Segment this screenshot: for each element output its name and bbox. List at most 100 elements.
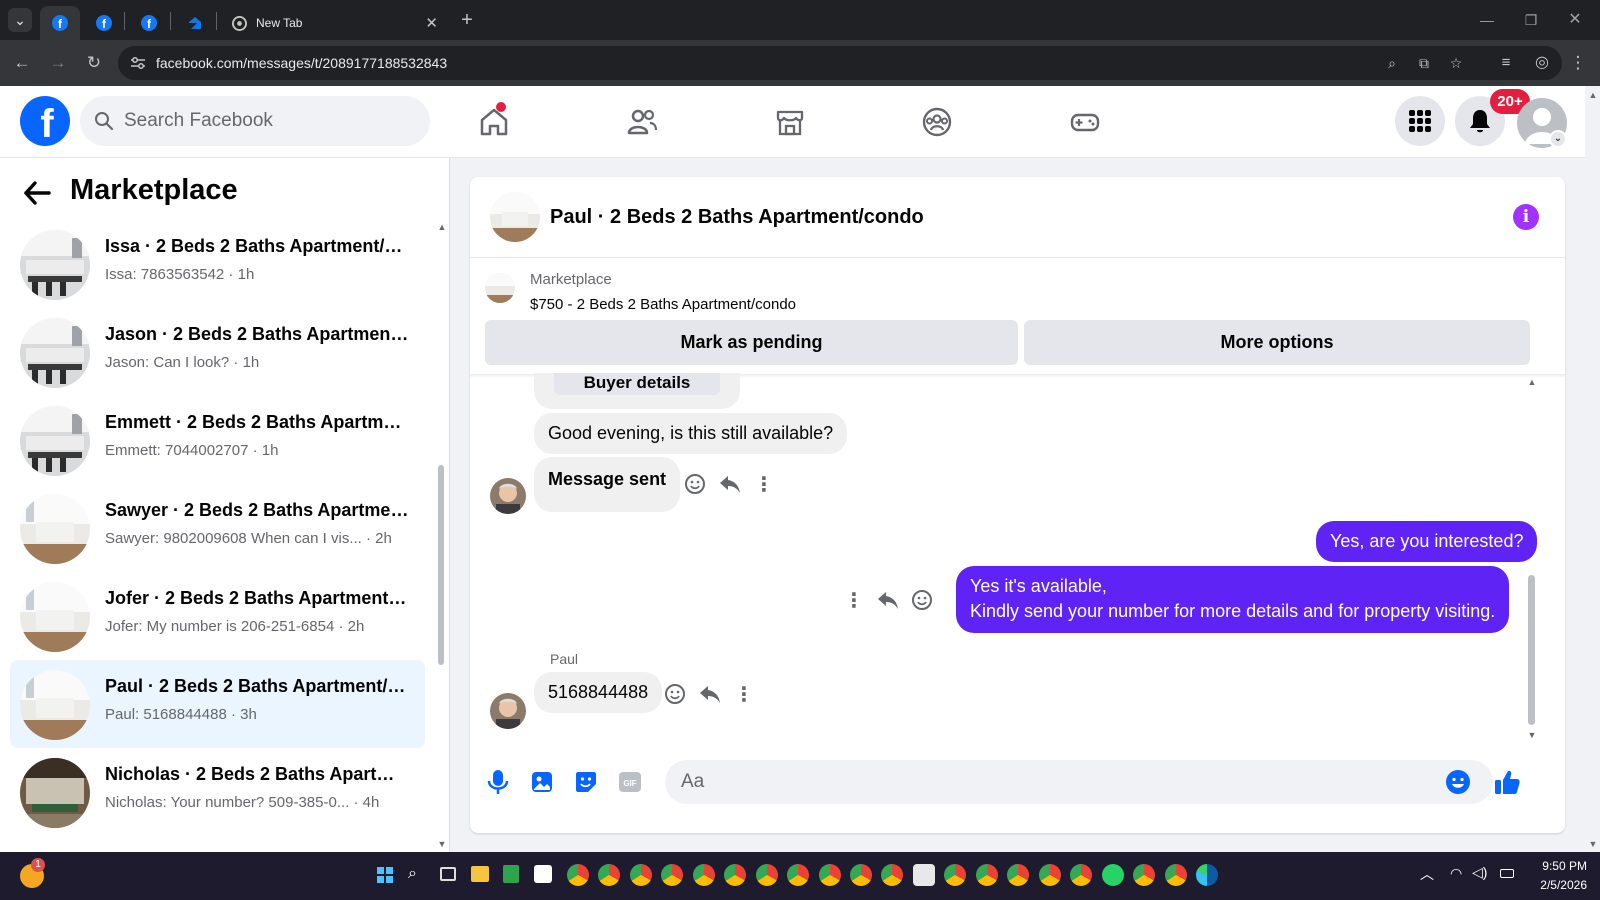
chrome-taskbar-icon[interactable] [1133,864,1155,886]
chrome-taskbar-icon[interactable] [1007,864,1029,886]
conversation-item[interactable]: Jofer · 2 Beds 2 Baths Apartment/condo J… [10,572,425,660]
edge-icon[interactable] [1196,864,1218,886]
message-bubble-incoming[interactable]: Good evening, is this still available? [534,413,848,454]
message-input[interactable] [665,760,1493,804]
minimize-icon[interactable]: — [1477,10,1497,30]
battery-icon[interactable] [1500,869,1514,878]
scroll-up-arrow-icon[interactable]: ▲ [437,222,447,232]
clock-date[interactable]: 2/5/2026 [1529,878,1587,892]
whatsapp-icon[interactable] [1102,864,1124,886]
tab-facebook-2[interactable]: f [86,6,122,40]
chrome-taskbar-icon[interactable] [1165,864,1187,886]
search-icon[interactable]: ⌕ [408,865,417,883]
chrome-taskbar-icon[interactable] [944,864,966,886]
clock-time[interactable]: 9:50 PM [1529,859,1587,873]
menu-icon[interactable]: ⋮ [1566,51,1590,75]
react-emoji-icon[interactable] [910,588,934,612]
more-options-button[interactable]: More options [1024,320,1530,365]
zoom-icon[interactable]: ⌕ [1382,54,1402,72]
install-app-icon[interactable]: ⧉ [1414,54,1434,72]
mark-as-pending-button[interactable]: Mark as pending [485,320,1018,365]
sender-avatar[interactable] [490,478,526,514]
info-icon[interactable]: i [1513,204,1539,230]
tab-new-tab[interactable]: New Tab ✕ [222,6,448,40]
conversation-item-selected[interactable]: Paul · 2 Beds 2 Baths Apartment/condo Pa… [10,660,425,748]
nav-groups[interactable] [915,100,959,144]
search-box[interactable] [80,96,430,146]
message-bubble-outgoing[interactable]: Yes it's available, Kindly send your num… [956,566,1510,633]
chrome-taskbar-icon[interactable] [787,864,809,886]
nav-marketplace[interactable] [768,100,812,144]
bookmark-star-icon[interactable]: ☆ [1446,54,1466,72]
address-bar[interactable]: facebook.com/messages/t/2089177188532843… [118,46,1562,80]
more-actions-icon[interactable]: ⋮ [752,472,776,496]
chrome-taskbar-icon[interactable] [819,864,841,886]
back-arrow-icon[interactable] [22,178,54,210]
site-settings-icon[interactable] [130,56,146,70]
chrome-taskbar-icon[interactable] [881,864,903,886]
nav-gaming[interactable] [1063,100,1107,144]
nav-friends[interactable] [620,100,664,144]
app-taskbar-icon[interactable] [913,864,935,886]
scroll-down-arrow-icon[interactable]: ▼ [1527,730,1537,740]
task-view-icon[interactable] [440,867,456,881]
facebook-logo[interactable]: f [20,96,70,146]
tab-search-icon[interactable]: ⌄ [8,8,32,32]
gif-icon[interactable]: GIF [615,767,645,797]
listing-price-title[interactable]: $750 - 2 Beds 2 Baths Apartment/condo [530,296,796,313]
chrome-taskbar-icon[interactable] [630,864,652,886]
page-scroll-down-arrow-icon[interactable]: ▼ [1588,839,1598,849]
forward-icon[interactable]: → [46,51,70,75]
new-tab-icon[interactable]: + [457,10,477,30]
conversation-item[interactable]: Jason · 2 Beds 2 Baths Apartment/condo J… [10,308,425,396]
message-bubble-outgoing[interactable]: Yes, are you interested? [1316,521,1538,562]
store-app-icon[interactable] [534,865,552,883]
close-window-icon[interactable]: ✕ [1565,10,1585,30]
reply-icon[interactable] [876,588,900,612]
file-explorer-icon[interactable] [471,866,489,882]
conversation-list-scrollbar[interactable] [438,465,444,665]
show-hidden-icons-chevron-icon[interactable]: ︿ [1420,864,1434,884]
conversation-item[interactable]: Sawyer · 2 Beds 2 Baths Apartment/condo … [10,484,425,572]
react-emoji-icon[interactable] [663,682,687,706]
start-button-icon[interactable] [377,867,393,883]
buyer-details-button[interactable]: Buyer details [554,373,720,395]
back-icon[interactable]: ← [10,51,34,75]
scroll-up-arrow-icon[interactable]: ▲ [1527,377,1537,387]
scroll-down-arrow-icon[interactable]: ▼ [437,839,447,849]
attach-photo-icon[interactable] [527,767,557,797]
more-actions-icon[interactable]: ⋮ [842,588,866,612]
nav-home[interactable] [472,100,516,144]
chrome-taskbar-icon[interactable] [693,864,715,886]
message-bubble-incoming[interactable]: 5168844488 [534,672,663,713]
chrome-taskbar-icon[interactable] [598,864,620,886]
reply-icon[interactable] [718,472,742,496]
restore-icon[interactable]: ❐ [1521,10,1541,30]
chrome-taskbar-icon[interactable] [1070,864,1092,886]
reload-icon[interactable]: ↻ [82,51,106,75]
tab-zillow[interactable] [177,6,213,40]
sticker-icon[interactable] [571,767,601,797]
message-bubble-incoming[interactable]: Message sent [534,457,681,512]
conversation-item[interactable]: Emmett · 2 Beds 2 Baths Apartment/condo … [10,396,425,484]
chrome-taskbar-icon[interactable] [724,864,746,886]
chrome-taskbar-icon[interactable] [850,864,872,886]
conversation-item[interactable]: Issa · 2 Beds 2 Baths Apartment/condo Is… [10,220,425,308]
profile-icon[interactable]: ◎ [1530,51,1554,75]
thumbs-up-icon[interactable] [1492,767,1522,797]
page-scroll-up-arrow-icon[interactable]: ▲ [1588,90,1598,100]
chrome-taskbar-icon[interactable] [567,864,589,886]
chrome-taskbar-icon[interactable] [1039,864,1061,886]
tab-facebook-3[interactable]: f [131,6,167,40]
tab-facebook-messages[interactable]: f [40,6,80,40]
emoji-icon[interactable] [1443,767,1473,797]
more-actions-icon[interactable]: ⋮ [732,682,756,706]
voice-clip-icon[interactable] [483,767,513,797]
chat-title[interactable]: Paul · 2 Beds 2 Baths Apartment/condo [550,206,924,229]
media-controls-icon[interactable]: ≡ [1494,51,1518,75]
chrome-taskbar-icon[interactable] [661,864,683,886]
volume-icon[interactable]: ◁) [1472,864,1487,881]
chat-listing-avatar[interactable] [490,192,540,242]
reply-icon[interactable] [698,682,722,706]
wifi-icon[interactable]: ◠ [1450,865,1462,882]
